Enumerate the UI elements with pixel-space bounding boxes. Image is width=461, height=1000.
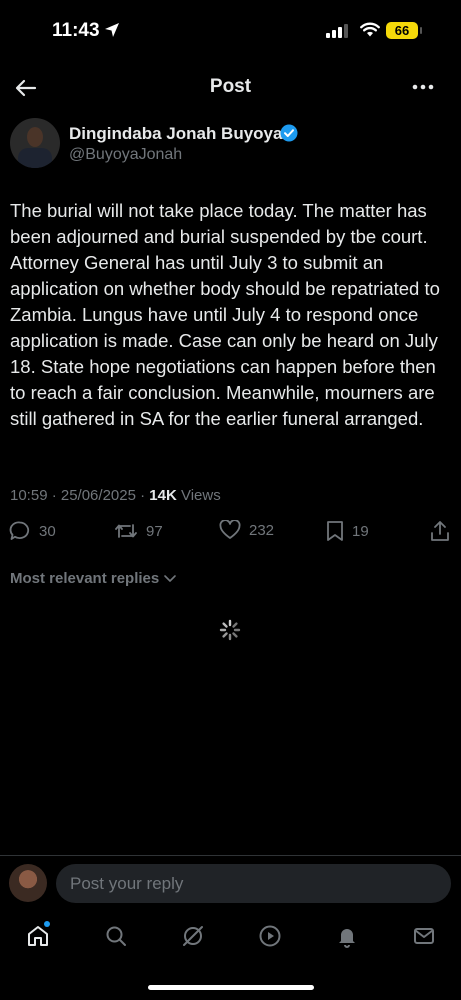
like-button[interactable]: 232 [219, 520, 274, 540]
reply-input[interactable]: Post your reply [56, 864, 451, 903]
new-content-dot [44, 921, 50, 927]
verified-badge-icon [280, 124, 298, 142]
bookmark-icon [327, 521, 343, 541]
loading-spinner-icon [219, 619, 241, 641]
more-options-icon[interactable] [412, 84, 434, 90]
battery-indicator: 66 [386, 22, 418, 39]
reply-icon [9, 521, 30, 540]
views-label: Views [176, 487, 221, 504]
page-title: Post [209, 76, 252, 97]
repost-count: 97 [146, 522, 163, 540]
chevron-down-icon [164, 574, 177, 582]
reply-composer: Post your reply [0, 855, 461, 912]
post-actions: 30 97 232 19 [0, 520, 461, 550]
search-icon[interactable] [104, 924, 128, 948]
repost-icon [115, 524, 137, 538]
share-icon [431, 521, 449, 541]
video-icon[interactable] [258, 924, 282, 948]
notifications-icon[interactable] [335, 924, 359, 948]
messages-icon[interactable] [412, 924, 436, 948]
author-handle[interactable]: @BuyoyaJonah [69, 146, 182, 164]
post-text: The burial will not take place today. Th… [10, 200, 440, 429]
author-name[interactable]: Dingindaba Jonah Buyoya [69, 124, 282, 144]
replies-sort-label: Most relevant replies [10, 570, 160, 587]
status-bar: 11:43 66 [0, 0, 461, 60]
location-arrow-icon [105, 23, 119, 37]
reply-count: 30 [39, 522, 56, 540]
repost-button[interactable]: 97 [114, 520, 163, 542]
user-avatar[interactable] [9, 864, 47, 902]
bottom-tab-bar [0, 912, 461, 962]
grok-icon[interactable] [181, 924, 205, 948]
wifi-icon [360, 22, 380, 37]
status-time: 11:43 [52, 20, 100, 41]
replies-sort-dropdown[interactable]: Most relevant replies [10, 570, 177, 587]
bookmark-button[interactable]: 19 [326, 520, 369, 542]
heart-icon [219, 520, 241, 539]
battery-tip [420, 27, 422, 34]
views-count[interactable]: 14K [149, 487, 177, 504]
bookmark-count: 19 [352, 522, 369, 540]
cellular-signal-icon [326, 24, 348, 38]
reply-button[interactable]: 30 [9, 520, 56, 542]
home-indicator[interactable] [148, 985, 314, 990]
share-button[interactable] [429, 520, 451, 542]
top-nav: Post [0, 62, 461, 112]
author-avatar[interactable] [10, 118, 60, 168]
like-count: 232 [249, 521, 275, 539]
post-meta: 10:59 · 25/06/2025 · 14K Views [10, 487, 221, 504]
post-timestamp: 10:59 · 25/06/2025 · [10, 487, 150, 504]
home-icon[interactable] [26, 924, 50, 948]
